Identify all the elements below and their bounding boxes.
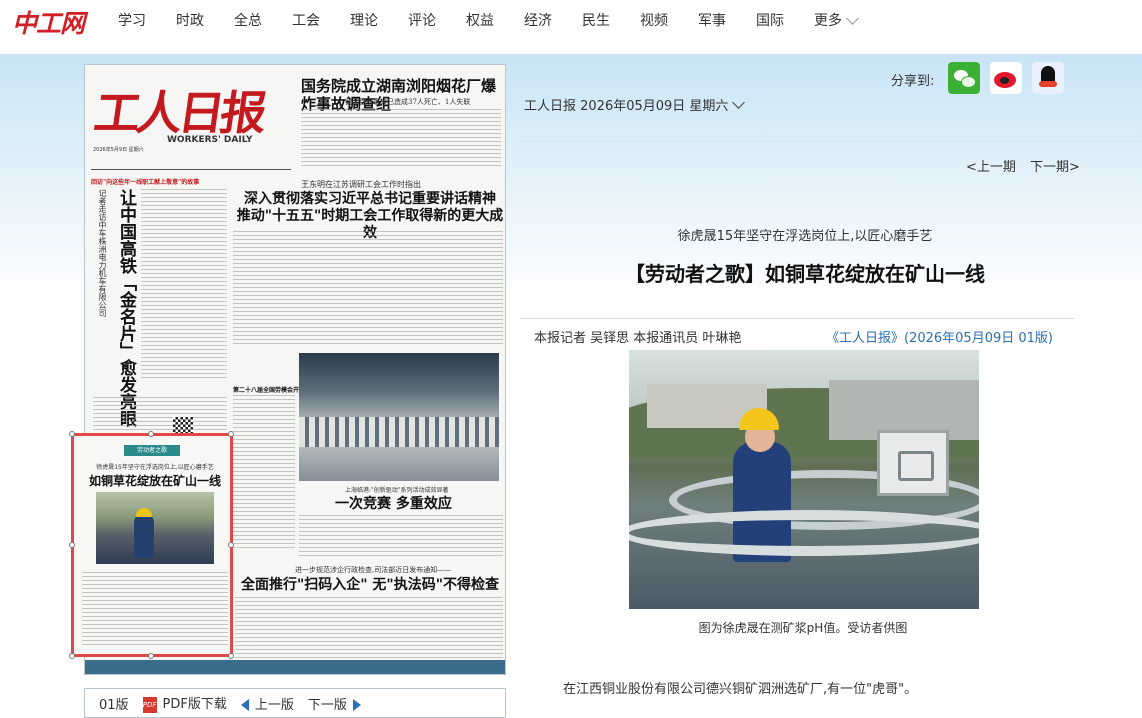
paper-footer-strip: [85, 660, 505, 674]
article-subtitle: 徐虎晟15年坚守在浮选岗位上,以匠心磨手艺: [677, 229, 933, 244]
body-text-block: [235, 597, 503, 659]
nav-item-union[interactable]: 工会: [292, 10, 320, 30]
body-text-block: [141, 189, 227, 379]
chevron-down-icon: [846, 11, 859, 25]
article-photo: [629, 350, 979, 609]
resize-handle[interactable]: [228, 431, 234, 437]
nav-item-rights[interactable]: 权益: [466, 10, 494, 30]
triangle-left-icon: [240, 699, 249, 711]
paper-headline-bottom[interactable]: 全面推行"扫码入企" 无"执法码"不得检查: [235, 574, 505, 594]
divider: [520, 318, 1074, 319]
prev-page-label: 上一版: [254, 697, 294, 713]
resize-handle[interactable]: [148, 431, 154, 437]
triangle-right-icon: [352, 699, 361, 711]
photo-detail: [136, 508, 152, 517]
inset-photo: [96, 492, 214, 564]
next-issue-link[interactable]: 下一期>: [1030, 160, 1080, 175]
inset-tag: 劳动者之歌: [124, 445, 180, 456]
wechat-icon[interactable]: [948, 62, 980, 94]
nav-item-politics[interactable]: 时政: [176, 10, 204, 30]
masthead-date: 2026年5月9日 星期六: [93, 147, 144, 153]
inset-headline: 如铜草花绽放在矿山一线: [88, 474, 221, 488]
pdf-download-link[interactable]: PDF PDF版下载: [142, 693, 227, 713]
nav-item-economy[interactable]: 经济: [524, 10, 552, 30]
resize-handle[interactable]: [228, 542, 234, 548]
edition-date-selector[interactable]: 工人日报 2026年05月09日 星期六: [524, 95, 746, 114]
paper-subhead-top: 截至目前事故已造成37人死亡、1人失联: [345, 98, 471, 106]
resize-handle[interactable]: [69, 431, 75, 437]
masthead-rule: [91, 169, 291, 170]
nav-item-video[interactable]: 视频: [640, 10, 668, 30]
page-navigation: 01版 PDF PDF版下载 上一版 下一版: [84, 688, 506, 718]
nav-more-label: 更多: [814, 13, 842, 29]
body-text-block: [82, 572, 228, 646]
paper-kicker-mid: 王东明在江苏调研工会工作时指出: [301, 180, 421, 189]
next-page-link[interactable]: 下一版: [308, 694, 361, 713]
paper-headline-lower[interactable]: 一次竞赛 多重效应: [335, 493, 452, 513]
weibo-icon[interactable]: [990, 62, 1022, 94]
body-text-block: [299, 515, 503, 559]
nav-more[interactable]: 更多: [814, 10, 859, 30]
site-logo[interactable]: 中工网: [12, 4, 85, 40]
resize-handle[interactable]: [69, 542, 75, 548]
prev-page-link[interactable]: 上一版: [240, 694, 294, 713]
nav-item-theory[interactable]: 理论: [350, 10, 378, 30]
article-byline: 本报记者 吴铎思 本报通讯员 叶琳艳: [534, 331, 742, 346]
masthead-english: WORKERS' DAILY: [167, 135, 253, 145]
photo-caption: 图为徐虎晟在测矿浆pH值。受访者供图: [698, 621, 908, 635]
nav-item-acftu[interactable]: 全总: [234, 10, 262, 30]
paper-red-tag: 回访"向这些年一线职工献上敬意"的故事: [91, 179, 200, 186]
nav-item-study[interactable]: 学习: [118, 10, 146, 30]
nav-list: 学习 时政 全总 工会 理论 评论 权益 经济 民生 视频 军事 国际 更多: [118, 10, 887, 30]
pdf-download-label: PDF版下载: [162, 697, 227, 713]
body-text-block: [233, 395, 295, 551]
photo-detail: [134, 514, 154, 558]
nav-item-livelihood[interactable]: 民生: [582, 10, 610, 30]
edition-date: 工人日报 2026年05月09日 星期六: [524, 99, 729, 114]
next-page-label: 下一版: [307, 697, 347, 713]
share-label: 分享到:: [891, 74, 935, 89]
article-source: 《工人日报》(2026年05月09日 01版): [826, 331, 1053, 346]
top-nav: 中工网 学习 时政 全总 工会 理论 评论 权益 经济 民生 视频 军事 国际 …: [0, 0, 1142, 40]
divider: [520, 141, 1142, 142]
resize-handle[interactable]: [228, 653, 234, 659]
photo-detail: [629, 510, 979, 556]
inset-kicker: 徐虎晟15年坚守在浮选岗位上,以匠心磨手艺: [96, 464, 214, 471]
photo-detail: [299, 417, 499, 447]
nav-item-military[interactable]: 军事: [698, 10, 726, 30]
paper-vertical-subhead: 记者走访中车株洲电力机车有限公司: [98, 189, 107, 317]
body-text-block: [301, 109, 501, 169]
body-text-block: [233, 231, 503, 347]
paper-photo[interactable]: [299, 353, 499, 481]
pdf-icon: PDF: [142, 696, 157, 713]
qq-icon[interactable]: [1032, 62, 1064, 94]
chevron-down-icon: [732, 96, 746, 109]
paper-vertical-headline[interactable]: 让中国高铁「金名片」愈发亮眼: [115, 189, 136, 427]
nav-item-comment[interactable]: 评论: [408, 10, 436, 30]
prev-issue-link[interactable]: <上一期: [966, 160, 1016, 175]
selected-article-region[interactable]: 劳动者之歌 徐虎晟15年坚守在浮选岗位上,以匠心磨手艺 如铜草花绽放在矿山一线: [71, 433, 233, 657]
paper-photo-caption: 第二十八届全国劳模会开幕: [233, 387, 306, 394]
photo-detail: [877, 430, 949, 496]
nav-item-international[interactable]: 国际: [756, 10, 784, 30]
article-paragraph: 在江西铜业股份有限公司德兴铜矿泗洲选矿厂,有一位"虎哥"。: [563, 682, 918, 697]
masthead: 工人日报: [90, 86, 267, 140]
resize-handle[interactable]: [148, 653, 154, 659]
article-title: 【劳动者之歌】如铜草花绽放在矿山一线: [625, 262, 985, 286]
page-number: 01版: [99, 697, 129, 713]
resize-handle[interactable]: [69, 653, 75, 659]
paper-headline-top[interactable]: 国务院成立湖南浏阳烟花厂爆炸事故调查组: [301, 77, 505, 113]
issue-navigation: <上一期 下一期>: [956, 156, 1080, 175]
